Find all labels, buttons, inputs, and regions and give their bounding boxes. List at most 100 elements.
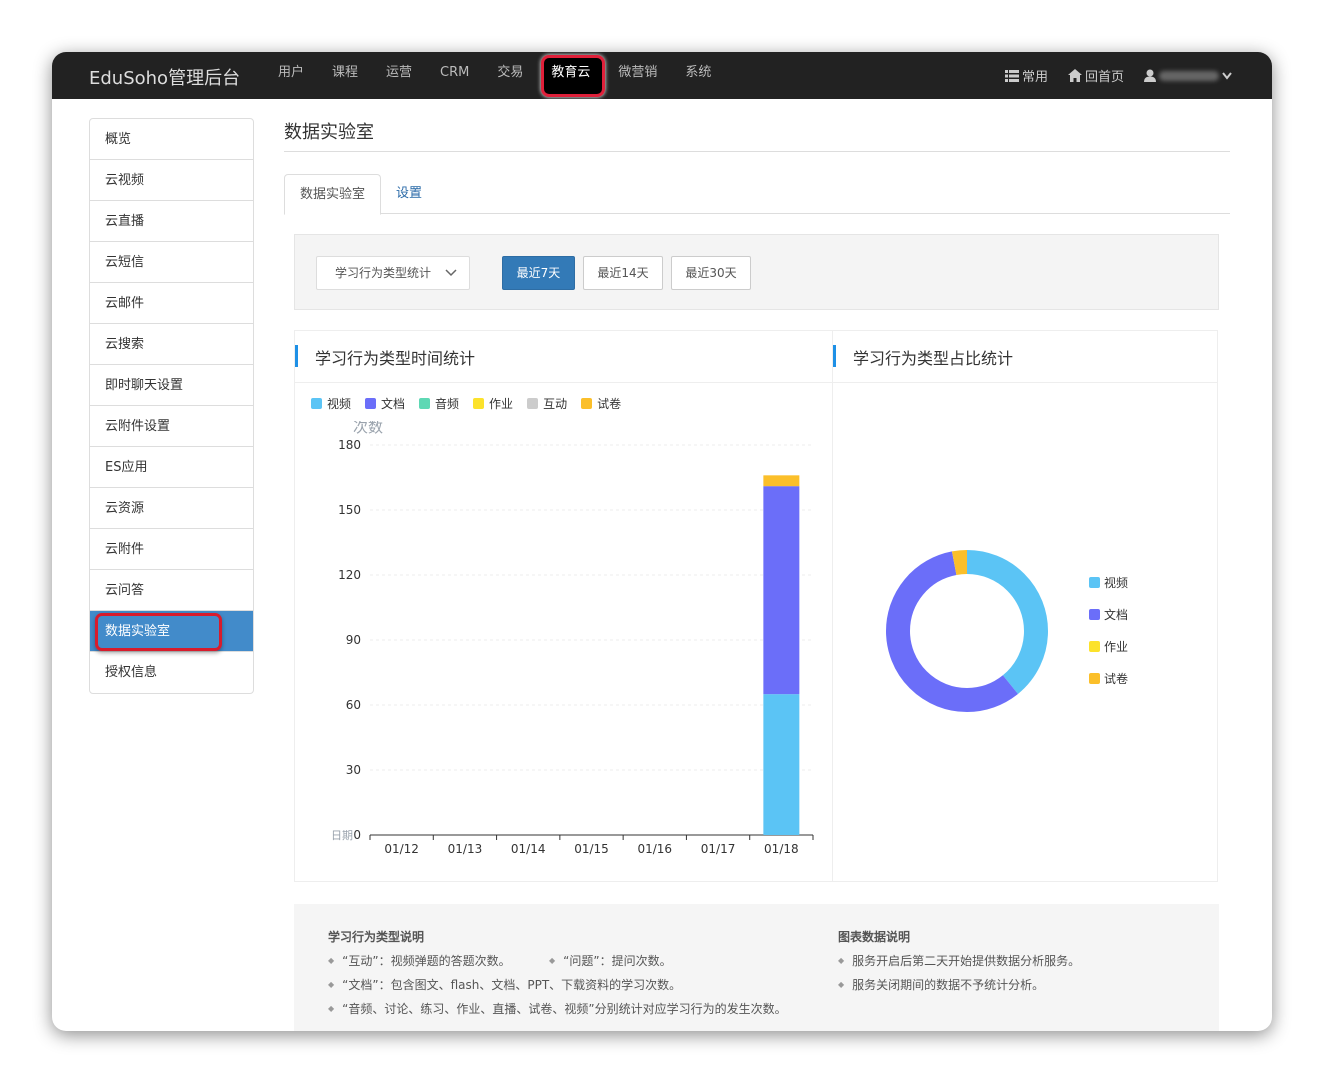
home-icon: [1067, 69, 1082, 82]
sidebar-item-label: 云直播: [105, 214, 145, 229]
sidebar-item-label: 云问答: [105, 583, 145, 598]
chart-info-item: 服务关闭期间的数据不予统计分析。: [838, 976, 1044, 993]
chart-info-title: 图表数据说明: [838, 930, 911, 944]
y-tick-label: 180: [338, 438, 361, 452]
legend-swatch: [473, 398, 485, 409]
sidebar-item-label: 云附件: [105, 542, 145, 557]
sidebar-item-data-lab[interactable]: 数据实验室: [90, 611, 253, 652]
sidebar-item-cloud-qa[interactable]: 云问答: [90, 570, 253, 611]
legend-item-doc[interactable]: 文档: [365, 395, 405, 412]
chevron-down-icon: [445, 269, 457, 277]
nav-label: 交易: [497, 65, 524, 80]
behavior-info-item: “文档”：包含图文、flash、文档、PPT、下载资料的学习次数。: [328, 976, 681, 993]
select-value: 学习行为类型统计: [335, 266, 432, 280]
sidebar-item-label: 云附件设置: [105, 419, 171, 434]
nav-label: 用户: [278, 65, 305, 80]
sidebar-item-cloud-attachments[interactable]: 云附件: [90, 529, 253, 570]
behavior-info-item: “问题”：提问次数。: [549, 952, 671, 969]
sidebar-item-label: 云搜索: [105, 337, 145, 352]
sidebar: 概览 云视频 云直播 云短信 云邮件 云搜索 即时聊天设置 云附件设置 ES应用…: [89, 118, 254, 694]
user-icon: [1144, 69, 1156, 82]
nav-label: 运营: [386, 65, 413, 80]
sidebar-item-cloud-sms[interactable]: 云短信: [90, 242, 253, 283]
legend-swatch: [527, 398, 539, 409]
legend-item-exam[interactable]: 试卷: [581, 395, 621, 412]
legend-label: 文档: [381, 397, 406, 411]
top-navbar: EduSoho管理后台 用户 课程 运营 CRM 交易 教育云 微营销 系统 常…: [52, 52, 1272, 99]
sidebar-item-cloud-video[interactable]: 云视频: [90, 160, 253, 201]
main-nav: 用户 课程 运营 CRM 交易 教育云 微营销 系统: [264, 52, 725, 99]
nav-item-system[interactable]: 系统: [671, 52, 725, 99]
sidebar-item-cloud-email[interactable]: 云邮件: [90, 283, 253, 324]
common-link[interactable]: 常用: [1004, 66, 1048, 85]
bar-segment: [763, 475, 800, 487]
main-content: 数据实验室 数据实验室 设置 学习行为类型统计 最近7天 最近14天 最近30天…: [284, 118, 1230, 1031]
legend-label: 试卷: [597, 397, 622, 411]
last-14-days-button[interactable]: 最近14天: [583, 256, 663, 290]
behavior-info-item: “音频、讨论、练习、作业、直播、试卷、视频”分别统计对应学习行为的发生次数。: [328, 1000, 786, 1017]
sidebar-item-label: 云短信: [105, 255, 145, 270]
pie-chart-panel: 学习行为类型占比统计 视频 文档 作业 试卷: [832, 330, 1218, 882]
donut-chart: 视频文档作业试卷: [886, 550, 1128, 712]
y-tick-label: 120: [338, 568, 361, 582]
bar-legend: 视频 文档 音频 作业 互动 试卷: [311, 395, 621, 412]
sidebar-item-label: ES应用: [105, 460, 148, 475]
nav-label: 系统: [685, 65, 712, 80]
sidebar-item-im-settings[interactable]: 即时聊天设置: [90, 365, 253, 406]
brand-logo[interactable]: EduSoho管理后台: [89, 64, 240, 90]
y-tick-label: 60: [346, 698, 361, 712]
behavior-info-item: “互动”：视频弹题的答题次数。: [328, 952, 510, 969]
tab-settings[interactable]: 设置: [381, 174, 437, 213]
nav-item-trade[interactable]: 交易: [483, 52, 537, 99]
legend-item-homework[interactable]: 作业: [473, 395, 513, 412]
home-link[interactable]: 回首页: [1067, 66, 1124, 85]
sidebar-item-attachment-settings[interactable]: 云附件设置: [90, 406, 253, 447]
username-blurred: [1159, 70, 1219, 81]
sidebar-item-overview[interactable]: 概览: [90, 119, 253, 160]
legend-swatch: [419, 398, 431, 409]
legend-item-interact[interactable]: 互动: [527, 395, 567, 412]
sidebar-item-label: 授权信息: [105, 665, 158, 680]
common-label: 常用: [1021, 70, 1048, 85]
panel-header: 学习行为类型占比统计: [833, 331, 1217, 383]
info-box: 学习行为类型说明 “互动”：视频弹题的答题次数。 “问题”：提问次数。 “文档”…: [294, 904, 1219, 1031]
nav-label: CRM: [440, 65, 470, 80]
nav-item-crm[interactable]: CRM: [426, 52, 483, 99]
nav-label: 微营销: [618, 65, 658, 80]
legend-swatch: [1089, 577, 1100, 588]
legend-swatch: [365, 398, 377, 409]
accent-bar: [833, 345, 836, 367]
nav-item-courses[interactable]: 课程: [318, 52, 372, 99]
y-tick-label: 90: [346, 633, 361, 647]
sidebar-item-label: 即时聊天设置: [105, 378, 184, 393]
sidebar-item-cloud-search[interactable]: 云搜索: [90, 324, 253, 365]
stat-type-select[interactable]: 学习行为类型统计: [316, 256, 470, 290]
sidebar-item-cloud-resources[interactable]: 云资源: [90, 488, 253, 529]
nav-item-operations[interactable]: 运营: [372, 52, 426, 99]
user-menu[interactable]: [1144, 69, 1232, 82]
panel-title: 学习行为类型时间统计: [315, 349, 476, 368]
sidebar-item-license[interactable]: 授权信息: [90, 652, 253, 693]
legend-swatch: [311, 398, 322, 409]
tab-data-lab[interactable]: 数据实验室: [284, 174, 382, 215]
y-axis-label: 次数: [353, 421, 383, 436]
legend-item-audio[interactable]: 音频: [419, 395, 459, 412]
sidebar-item-cloud-live[interactable]: 云直播: [90, 201, 253, 242]
y-tick-label: 0: [353, 828, 361, 842]
legend-label: 作业: [489, 397, 514, 411]
behavior-info-title: 学习行为类型说明: [328, 930, 425, 944]
last-7-days-button[interactable]: 最近7天: [502, 256, 575, 290]
nav-item-marketing[interactable]: 微营销: [604, 52, 671, 99]
legend-item-video[interactable]: 视频: [311, 395, 351, 412]
x-tick-label: 01/13: [448, 842, 483, 856]
last-30-days-button[interactable]: 最近30天: [671, 256, 751, 290]
legend-swatch: [581, 398, 593, 409]
legend-swatch: [1089, 609, 1100, 620]
nav-label: 课程: [332, 65, 359, 80]
nav-label: 教育云: [551, 65, 591, 80]
tab-bar: 数据实验室 设置: [284, 174, 1230, 215]
nav-item-users[interactable]: 用户: [264, 52, 318, 99]
nav-item-edu-cloud[interactable]: 教育云: [537, 52, 606, 99]
bar-segment: [763, 486, 800, 695]
sidebar-item-es-app[interactable]: ES应用: [90, 447, 253, 488]
